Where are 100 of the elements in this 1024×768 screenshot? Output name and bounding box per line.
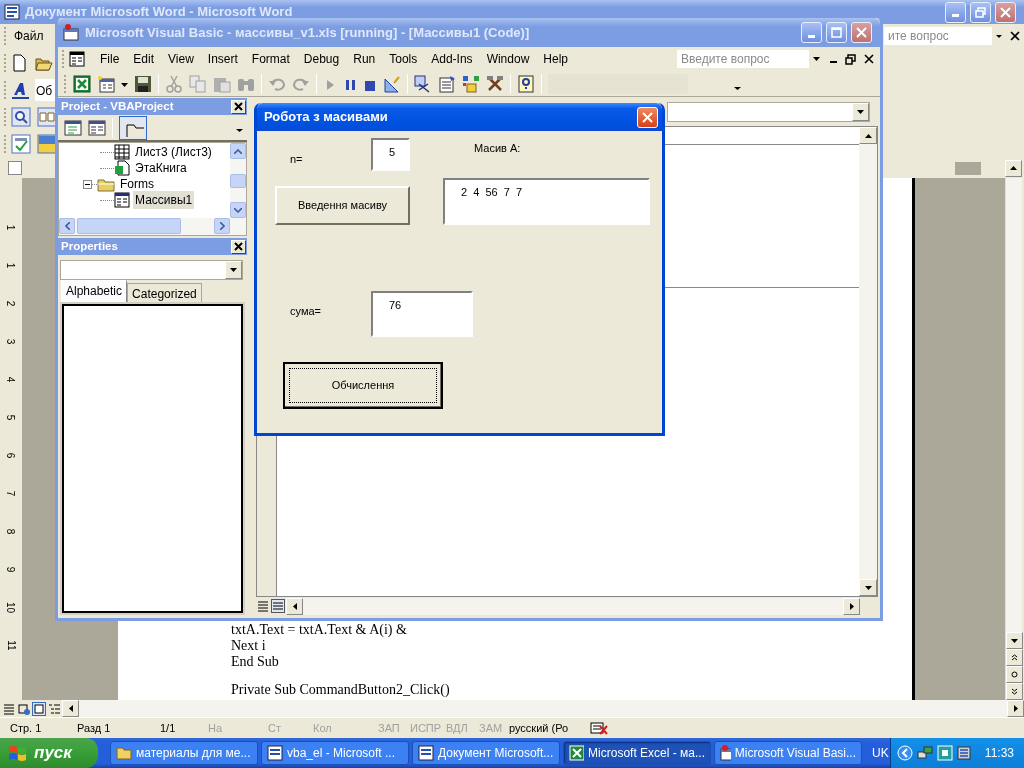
input-field[interactable]: 76 [371,291,473,337]
menu-item[interactable]: Add-Ins [424,48,480,70]
minimize-icon [808,34,815,38]
taskbar-button[interactable]: vba_el - Microsoft ... [261,741,409,765]
full-module-view-icon[interactable] [271,599,285,613]
menu-item[interactable]: Debug [296,48,347,70]
input-field[interactable]: 2 4 56 7 7 [443,178,650,225]
status-item: ЗАП [378,720,401,736]
tree-item[interactable]: Массивы1 [133,191,195,209]
tab-selector[interactable] [8,161,22,175]
book-icon[interactable] [37,106,57,127]
outline-view-icon[interactable] [47,701,61,716]
set-square-icon[interactable] [383,74,401,93]
panel-title: Properties [61,238,118,254]
menu-item[interactable]: Window [479,48,537,70]
object-browser-icon[interactable] [462,74,480,93]
new-document-icon[interactable] [11,53,27,72]
toolbox-icon[interactable] [486,74,504,93]
tree-item[interactable]: Forms [118,175,156,193]
arrow-left-icon [68,705,73,712]
color-icon[interactable] [37,133,57,154]
tab[interactable]: Alphabetic [61,280,128,304]
insert-form-icon[interactable] [97,74,115,93]
menu-item[interactable]: Run [346,48,383,70]
question-field[interactable]: ите вопрос [884,27,992,45]
restore-icon[interactable] [845,53,856,65]
close-icon[interactable] [1010,31,1020,41]
horizontal-scrollbar[interactable] [286,597,860,615]
close-icon[interactable] [864,54,874,64]
vertical-scrollbar[interactable] [230,143,246,218]
language-indicator[interactable]: UK [872,744,889,762]
research-icon[interactable] [11,106,31,127]
minimize-button[interactable] [801,22,822,43]
spelling-status-icon[interactable] [589,720,609,736]
document-icon [418,745,434,761]
question-field[interactable]: Введите вопрос [677,50,809,68]
save-icon[interactable] [134,74,152,93]
scroll-thumb[interactable] [230,173,246,188]
maximize-button[interactable] [826,22,847,43]
menu-item[interactable]: Edit [126,48,162,70]
tab[interactable]: Categorized [127,283,202,304]
arrow-left-icon [292,602,297,610]
status-item: русский (Ро [509,720,570,736]
chevron-icon[interactable] [896,745,913,761]
taskbar-button[interactable]: Microsoft Excel - ма... [563,741,711,765]
procedure-view-icon[interactable] [256,599,270,613]
arrow-right-icon [219,222,225,230]
taskbar-button[interactable]: Документ Microsoft... [412,741,560,765]
properties-icon[interactable] [438,74,456,93]
taskbar-button[interactable]: Microsoft Visual Basi... [714,741,862,765]
menu-item[interactable]: Tools [382,48,425,70]
view-object-icon[interactable] [88,119,106,136]
code-window-icon[interactable] [69,51,85,67]
minimize-button[interactable] [945,1,966,23]
network-icon[interactable] [916,745,933,761]
menu-item[interactable]: Файл [7,25,51,47]
project-explorer-icon[interactable] [414,74,432,93]
scroll-thumb[interactable] [77,218,181,234]
normal-view-icon[interactable] [2,701,16,716]
print-view-icon[interactable] [32,701,46,716]
horizontal-scrollbar[interactable] [62,700,1024,717]
form-button[interactable]: Введення масиву [275,186,410,225]
horizontal-scrollbar[interactable] [59,218,246,235]
ruler-number: 6 [4,452,18,458]
style-field[interactable]: Об [35,78,55,101]
collapse-icon[interactable] [83,179,92,189]
vertical-scrollbar[interactable] [1005,178,1022,700]
word-icon [4,4,20,20]
menu-item[interactable]: View [161,48,201,70]
status-item: ВДЛ [446,720,469,736]
view-code-icon[interactable] [64,119,82,136]
workbook-icon [114,160,130,176]
spelling-icon[interactable] [11,133,31,154]
menu-item[interactable]: Help [536,48,575,70]
tree-item[interactable]: ЭтаКнига [133,159,189,177]
ruler-number: 1 [4,262,18,268]
folder-icon[interactable] [119,115,147,140]
excel-icon[interactable] [73,74,91,93]
arrow-up-icon [864,133,872,138]
scroll-up-button[interactable] [1005,159,1022,177]
form-button[interactable]: Обчислення [283,362,443,409]
tray-tool-icon[interactable] [956,745,973,761]
menu-item[interactable]: Insert [200,48,245,70]
status-item: Кол [313,720,333,736]
menu-item[interactable]: Format [244,48,297,70]
previous-page-icon [1011,654,1018,661]
arrow-up-icon [234,148,242,154]
clock[interactable]: 11:33 [984,744,1014,762]
vertical-scrollbar[interactable] [859,127,877,596]
style-icon[interactable] [11,80,31,99]
window-title: Документ Microsoft Word - Microsoft Word [25,3,293,22]
web-view-icon[interactable] [17,701,31,716]
menu-item[interactable]: File [93,48,127,70]
taskbar-button[interactable]: материалы для ме... [110,741,258,765]
help-icon[interactable] [517,74,535,93]
input-field[interactable]: 5 [371,138,410,171]
tray-app-icon[interactable] [936,745,953,761]
arrow-down-icon [812,57,820,61]
ruler [955,161,981,175]
tree-item[interactable]: Лист3 (Лист3) [133,143,214,161]
